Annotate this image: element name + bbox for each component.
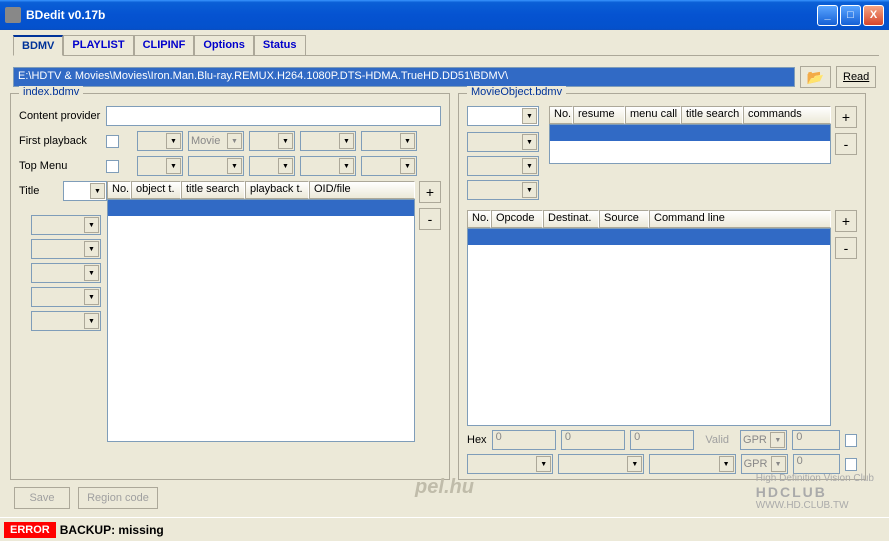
mo-table1-header: No. resume menu call title search comman… xyxy=(549,106,831,124)
top-menu-combo-4[interactable]: ▼ xyxy=(300,156,356,176)
hex-input-3[interactable]: 0 xyxy=(630,430,694,450)
mo-combo-4[interactable]: ▼ xyxy=(467,180,539,200)
title-opt-3[interactable]: ▼ xyxy=(31,263,101,283)
app-icon xyxy=(5,7,21,23)
content-provider-label: Content provider xyxy=(19,110,101,122)
movieobject-panel: MovieObject.bdmv ▼ ▼ ▼ ▼ No. resume menu… xyxy=(458,93,866,480)
mo-table2-header: No. Opcode Destinat. Source Command line xyxy=(467,210,831,228)
first-playback-label: First playback xyxy=(19,135,101,147)
mo-left-col: ▼ ▼ ▼ ▼ xyxy=(467,106,549,200)
gpr-combo-1[interactable]: GPR▼ xyxy=(740,430,787,450)
save-button[interactable]: Save xyxy=(14,487,70,509)
valid-label: Valid xyxy=(705,434,729,446)
tabs-bar: BDMV PLAYLIST CLIPINF Options Status xyxy=(13,35,879,56)
hex-check-2[interactable] xyxy=(845,458,857,471)
first-playback-movie-combo[interactable]: Movie▼ xyxy=(188,131,244,151)
mo-combo-1[interactable]: ▼ xyxy=(467,106,539,126)
table-row[interactable] xyxy=(468,229,830,245)
browse-button[interactable]: 📂 xyxy=(800,66,831,88)
title-label: Title xyxy=(19,185,58,197)
top-menu-label: Top Menu xyxy=(19,160,101,172)
movieobject-panel-title: MovieObject.bdmv xyxy=(467,86,566,98)
top-menu-combo-5[interactable]: ▼ xyxy=(361,156,417,176)
app-title: BDedit v0.17b xyxy=(26,8,105,22)
region-code-button[interactable]: Region code xyxy=(78,487,158,509)
maximize-button[interactable]: □ xyxy=(840,5,861,26)
mo1-add-button[interactable]: + xyxy=(835,106,857,128)
gpr-val-2[interactable]: 0 xyxy=(793,454,840,474)
index-panel: index.bdmv Content provider First playba… xyxy=(10,93,450,480)
hex-label: Hex xyxy=(467,434,487,446)
hex-check-1[interactable] xyxy=(845,434,857,447)
status-bar: ERROR BACKUP: missing xyxy=(0,517,889,541)
read-button[interactable]: Read xyxy=(836,66,876,88)
titlebar: BDedit v0.17b _ □ X xyxy=(0,0,889,30)
mo-combo-2[interactable]: ▼ xyxy=(467,132,539,152)
mo2-remove-button[interactable]: - xyxy=(835,237,857,259)
mo-table1[interactable] xyxy=(549,124,831,164)
top-menu-combo-2[interactable]: ▼ xyxy=(188,156,244,176)
title-table[interactable] xyxy=(107,199,415,442)
error-tag: ERROR xyxy=(4,522,56,538)
tab-playlist[interactable]: PLAYLIST xyxy=(63,35,133,55)
top-menu-checkbox[interactable] xyxy=(106,160,119,173)
hex-input-1[interactable]: 0 xyxy=(492,430,556,450)
table-row[interactable] xyxy=(550,125,830,141)
mo2-add-button[interactable]: + xyxy=(835,210,857,232)
cmd-combo-2[interactable]: ▼ xyxy=(558,454,644,474)
table-row[interactable] xyxy=(108,200,414,216)
cmd-combo-1[interactable]: ▼ xyxy=(467,454,553,474)
mo1-remove-button[interactable]: - xyxy=(835,133,857,155)
first-playback-combo-1[interactable]: ▼ xyxy=(137,131,183,151)
index-panel-title: index.bdmv xyxy=(19,86,83,98)
gpr-combo-2[interactable]: GPR▼ xyxy=(741,454,788,474)
tab-options[interactable]: Options xyxy=(194,35,254,55)
logo-watermark: High Definition Vision ClubHDCLUBWWW.HD.… xyxy=(756,473,874,511)
minimize-button[interactable]: _ xyxy=(817,5,838,26)
title-remove-button[interactable]: - xyxy=(419,208,441,230)
first-playback-combo-5[interactable]: ▼ xyxy=(361,131,417,151)
top-menu-combo-3[interactable]: ▼ xyxy=(249,156,295,176)
content-provider-input[interactable] xyxy=(106,106,441,126)
mo-combo-3[interactable]: ▼ xyxy=(467,156,539,176)
close-button[interactable]: X xyxy=(863,5,884,26)
title-table-header: No. object t. title search playback t. O… xyxy=(107,181,415,199)
first-playback-checkbox[interactable] xyxy=(106,135,119,148)
status-text: BACKUP: missing xyxy=(60,523,164,537)
tab-status[interactable]: Status xyxy=(254,35,306,55)
tab-clipinf[interactable]: CLIPINF xyxy=(134,35,195,55)
first-playback-combo-4[interactable]: ▼ xyxy=(300,131,356,151)
gpr-val-1[interactable]: 0 xyxy=(792,430,839,450)
tab-bdmv[interactable]: BDMV xyxy=(13,35,63,56)
title-opt-5[interactable]: ▼ xyxy=(31,311,101,331)
mo-table2[interactable] xyxy=(467,228,831,426)
title-opt-4[interactable]: ▼ xyxy=(31,287,101,307)
title-opt-2[interactable]: ▼ xyxy=(31,239,101,259)
title-combo[interactable]: ▼ xyxy=(63,181,107,201)
path-input[interactable]: E:\HDTV & Movies\Movies\Iron.Man.Blu-ray… xyxy=(13,67,795,87)
cmd-combo-3[interactable]: ▼ xyxy=(649,454,735,474)
first-playback-combo-3[interactable]: ▼ xyxy=(249,131,295,151)
hex-input-2[interactable]: 0 xyxy=(561,430,625,450)
title-opt-1[interactable]: ▼ xyxy=(31,215,101,235)
title-add-button[interactable]: + xyxy=(419,181,441,203)
top-menu-combo-1[interactable]: ▼ xyxy=(137,156,183,176)
